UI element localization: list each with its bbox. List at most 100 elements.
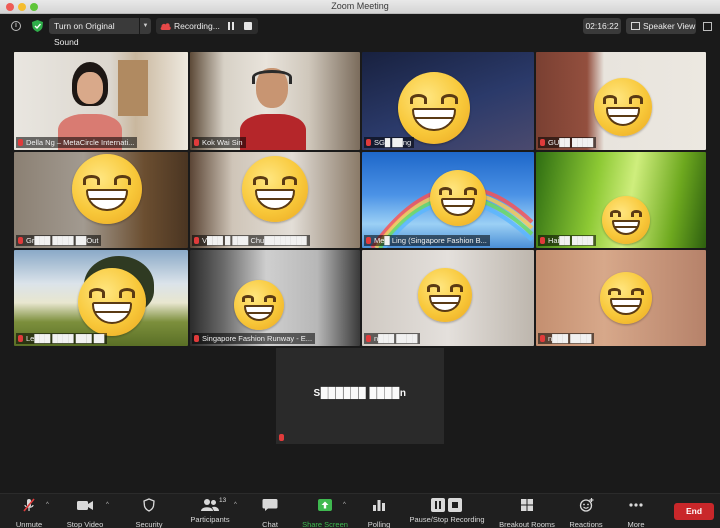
unmute-button[interactable]: Unmute (10, 498, 48, 528)
meeting-top-bar: i Turn on Original Sound ▼ Recording... … (0, 14, 720, 47)
participants-icon-wrap: 13 (186, 497, 234, 512)
emoji-face-cover (418, 268, 472, 322)
video-tile[interactable]: GU██ ████ (536, 52, 706, 150)
speaker-view-label: Speaker View (643, 21, 696, 31)
participant-name: Kok Wai Sin (192, 137, 246, 148)
participants-icon (201, 499, 219, 511)
muted-mic-icon (540, 139, 545, 146)
participants-label: Participants (190, 515, 230, 524)
speaker-view-button[interactable]: Speaker View (626, 18, 696, 34)
emoji-face-cover (602, 196, 650, 244)
video-tile[interactable]: Kok Wai Sin (190, 52, 360, 150)
end-meeting-button[interactable]: End (674, 503, 714, 520)
muted-mic-icon (18, 335, 23, 342)
muted-mic-icon (194, 139, 199, 146)
audio-options-caret[interactable]: ^ (46, 502, 49, 508)
participant-name-text: n███ ████ (374, 334, 418, 343)
participant-name-text: V███ █ ███ Chu████████ (202, 236, 307, 245)
fullscreen-icon[interactable] (703, 22, 712, 31)
participant-name: GU██ ████ (538, 137, 597, 148)
video-off-tile[interactable]: S██████ ████n (276, 348, 444, 444)
polling-button[interactable]: Polling (362, 498, 396, 528)
muted-microphone-icon (23, 498, 35, 512)
participant-name: SG█ ██ng (364, 137, 415, 148)
pause-stop-recording-button[interactable]: Pause/Stop Recording (406, 498, 488, 527)
security-label: Security (135, 520, 163, 528)
video-camera-icon (77, 501, 93, 510)
muted-mic-icon (366, 237, 371, 244)
more-label: More (627, 520, 645, 528)
video-tile[interactable]: n███ ████ (362, 250, 534, 346)
participant-name-text: GU██ ████ (548, 138, 594, 147)
emoji-face-cover (430, 170, 486, 226)
participant-name: Hai██ ████ (538, 235, 597, 246)
stop-recording-icon[interactable] (244, 22, 252, 30)
bar-chart-icon (373, 500, 385, 511)
breakout-rooms-icon (521, 499, 533, 511)
participant-name-text: Le███ ████ ███ ██ (26, 334, 105, 343)
chat-button[interactable]: Chat (254, 498, 286, 528)
breakout-rooms-button[interactable]: Breakout Rooms (496, 498, 558, 528)
participant-name: Me█ Ling (Singapore Fashion B... (364, 235, 490, 246)
video-tile[interactable]: Gr███ ████ ██Out (14, 152, 188, 248)
participant-name: n███ ████ (538, 333, 595, 344)
muted-mic-icon (540, 237, 545, 244)
muted-mic-icon (18, 237, 23, 244)
smiley-plus-icon (579, 498, 593, 512)
reactions-button[interactable]: Reactions (566, 498, 606, 528)
meeting-timer: 02:16:22 (583, 18, 621, 34)
emoji-face-cover (72, 154, 142, 224)
ellipsis-icon (629, 503, 643, 507)
video-tile[interactable]: n███ ████ (536, 250, 706, 346)
stop-video-label: Stop Video (66, 520, 104, 528)
window-title: Zoom Meeting (331, 1, 389, 11)
info-icon[interactable]: i (11, 21, 21, 31)
participants-button[interactable]: 13 Participants (186, 497, 234, 527)
muted-mic-icon (279, 434, 284, 441)
pause-stop-recording-label: Pause/Stop Recording (409, 515, 485, 524)
emoji-face-cover (398, 72, 470, 144)
video-options-caret[interactable]: ^ (106, 502, 109, 508)
emoji-face-cover (234, 280, 284, 330)
video-tile[interactable]: Hai██ ████ (536, 152, 706, 248)
pause-recording-icon[interactable] (227, 22, 235, 30)
original-sound-dropdown[interactable]: ▼ (140, 18, 151, 34)
participant-name: V███ █ ███ Chu████████ (192, 235, 310, 246)
unmute-label: Unmute (15, 520, 43, 528)
shield-check-icon[interactable] (32, 20, 43, 32)
participant-name-text: Me█ Ling (Singapore Fashion B... (374, 236, 487, 245)
participant-name-text: n███ ████ (548, 334, 592, 343)
share-screen-label: Share Screen (302, 520, 348, 528)
cloud-record-icon (160, 23, 171, 30)
participant-name: Della Ng – MetaCircle Internati... (16, 137, 138, 148)
participant-name-text: Gr███ ████ ██Out (26, 236, 99, 245)
chat-label: Chat (262, 520, 278, 528)
video-tile[interactable]: Me█ Ling (Singapore Fashion B... (362, 152, 534, 248)
emoji-face-cover (78, 268, 146, 336)
bookshelf (118, 60, 148, 116)
participant-name-text: SG█ ██ng (374, 138, 412, 147)
video-tile[interactable]: Le███ ████ ███ ██ (14, 250, 188, 346)
security-button[interactable]: Security (130, 498, 168, 528)
more-button[interactable]: More (620, 498, 652, 528)
stop-video-button[interactable]: Stop Video (62, 498, 108, 528)
muted-mic-icon (540, 335, 545, 342)
muted-mic-icon (194, 335, 199, 342)
chat-bubble-icon (262, 499, 278, 511)
participant-name: Le███ ████ ███ ██ (16, 333, 108, 344)
zoom-meeting-window: Zoom Meeting i Turn on Original Sound ▼ … (0, 0, 720, 528)
video-tile[interactable]: V███ █ ███ Chu████████ (190, 152, 360, 248)
title-bar: Zoom Meeting (0, 0, 720, 14)
shield-icon (143, 498, 155, 512)
participant-name: Singapore Fashion Runway - E... (192, 333, 316, 344)
participant-name-text: Singapore Fashion Runway - E... (202, 334, 313, 343)
video-tile[interactable]: Della Ng – MetaCircle Internati... (14, 52, 188, 150)
video-tile[interactable]: SG█ ██ng (362, 52, 534, 150)
participants-count: 13 (219, 497, 227, 504)
video-tile[interactable]: Singapore Fashion Runway - E... (190, 250, 360, 346)
participant-name-text: Della Ng – MetaCircle Internati... (26, 138, 135, 147)
participant-video (240, 68, 306, 150)
share-options-caret[interactable]: ^ (343, 502, 346, 508)
original-sound-button[interactable]: Turn on Original Sound (49, 18, 139, 47)
participants-options-caret[interactable]: ^ (234, 502, 237, 508)
